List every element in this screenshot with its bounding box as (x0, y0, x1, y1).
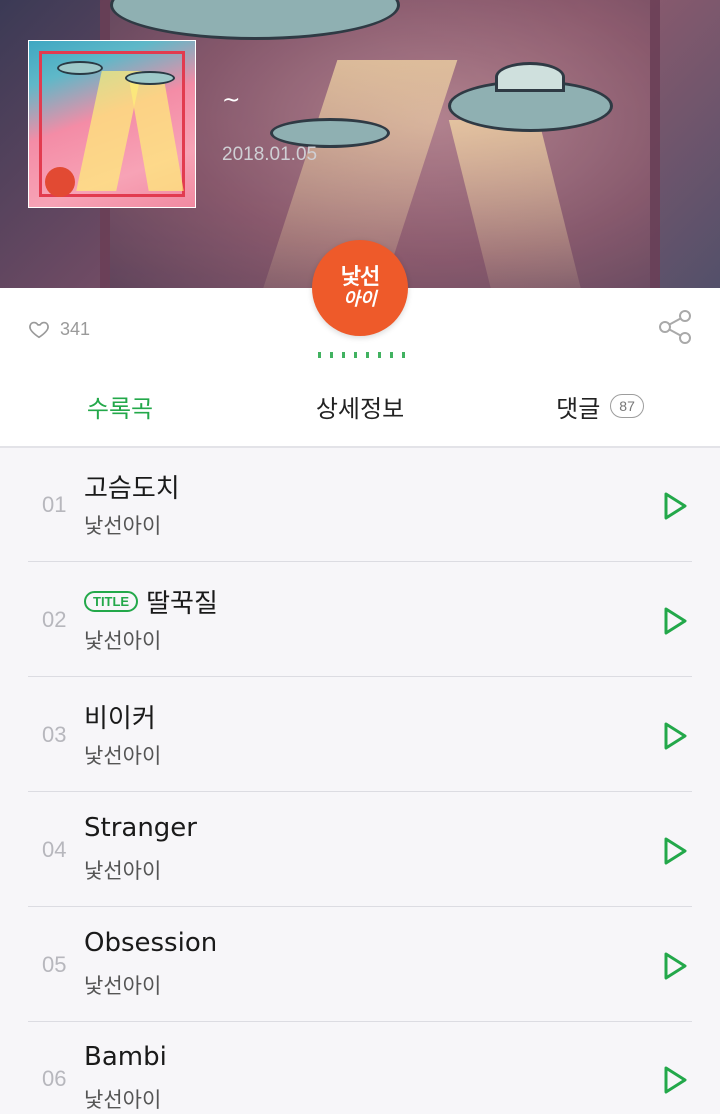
track-title: 딸꾹질 (146, 589, 218, 619)
track-number: 05 (42, 952, 67, 977)
play-icon[interactable] (660, 835, 690, 867)
track-title: 비이커 (84, 704, 156, 734)
tab-label: 수록곡 (86, 394, 154, 423)
track-row[interactable]: 01 고슴도치 낯선아이 (0, 448, 720, 562)
track-number: 06 (42, 1066, 67, 1091)
tab-label: 상세정보 (315, 394, 405, 423)
heart-icon (29, 321, 49, 339)
track-row[interactable]: 02 TITLE 딸꾹질 낯선아이 (0, 563, 720, 677)
like-count: 341 (60, 318, 91, 339)
tab-details[interactable]: 상세정보 (240, 366, 480, 446)
artist-name-underline (318, 352, 408, 358)
track-list: 01 고슴도치 낯선아이 02 TITLE 딸꾹질 낯선아이 03 비이커 낯선… (0, 448, 720, 1114)
track-artist: 낯선아이 (84, 514, 162, 538)
track-artist: 낯선아이 (84, 859, 162, 883)
ufo-dome (495, 62, 565, 92)
track-number: 02 (42, 607, 67, 632)
track-artist: 낯선아이 (84, 744, 162, 768)
row-divider (28, 906, 692, 907)
artist-logo[interactable]: 낯선 아이 (312, 240, 408, 336)
like-button[interactable]: 341 (28, 318, 90, 340)
album-cover[interactable] (28, 40, 196, 208)
track-title: 고슴도치 (84, 474, 180, 504)
track-title: Obsession (84, 928, 218, 958)
logo-text-line2: 아이 (343, 289, 377, 310)
play-icon[interactable] (660, 1064, 690, 1096)
tab-bar: 수록곡 상세정보 댓글 87 (0, 366, 720, 446)
title-track-badge: TITLE (84, 591, 139, 612)
row-divider (28, 676, 692, 677)
track-row[interactable]: 03 비이커 낯선아이 (0, 678, 720, 792)
row-divider (28, 561, 692, 562)
track-title: Bambi (84, 1042, 167, 1072)
track-artist: 낯선아이 (84, 629, 162, 653)
play-icon[interactable] (660, 720, 690, 752)
track-number: 03 (42, 722, 67, 747)
row-divider (28, 791, 692, 792)
album-title: ~ (222, 88, 241, 113)
track-row[interactable]: 05 Obsession 낯선아이 (0, 908, 720, 1022)
track-number: 01 (42, 492, 67, 517)
track-title: Stranger (84, 813, 197, 843)
track-artist: 낯선아이 (84, 974, 162, 998)
release-date: 2018.01.05 (222, 144, 318, 165)
tab-tracks[interactable]: 수록곡 (0, 366, 240, 446)
track-number: 04 (42, 837, 67, 862)
tab-label: 댓글 (556, 394, 601, 423)
track-artist: 낯선아이 (84, 1088, 162, 1112)
track-row[interactable]: 04 Stranger 낯선아이 (0, 793, 720, 907)
tab-comments[interactable]: 댓글 87 (480, 366, 720, 446)
share-icon[interactable] (656, 308, 694, 346)
play-icon[interactable] (660, 605, 690, 637)
comment-count-badge: 87 (610, 394, 644, 418)
play-icon[interactable] (660, 950, 690, 982)
logo-text-line1: 낯선 (340, 265, 380, 290)
play-icon[interactable] (660, 490, 690, 522)
track-row[interactable]: 06 Bambi 낯선아이 (0, 1022, 720, 1114)
